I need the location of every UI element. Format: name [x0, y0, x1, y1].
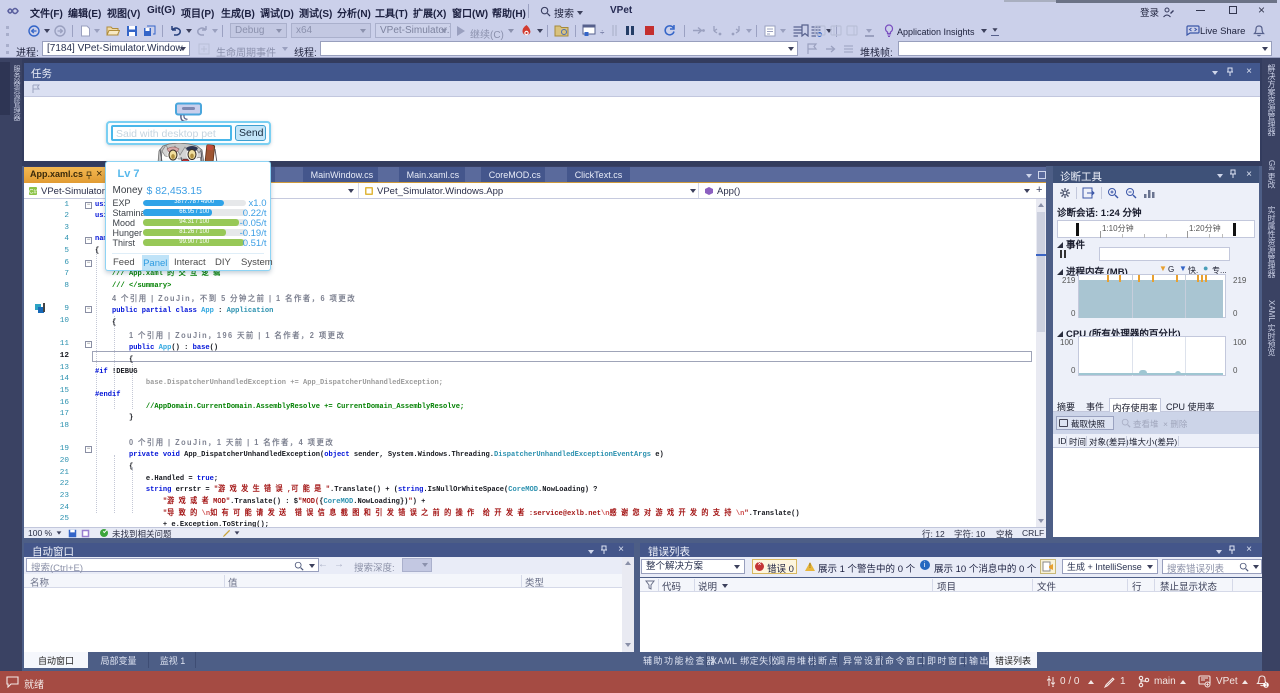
svg-text:1: 1 [1264, 683, 1267, 689]
svg-text:C#: C# [29, 190, 37, 196]
